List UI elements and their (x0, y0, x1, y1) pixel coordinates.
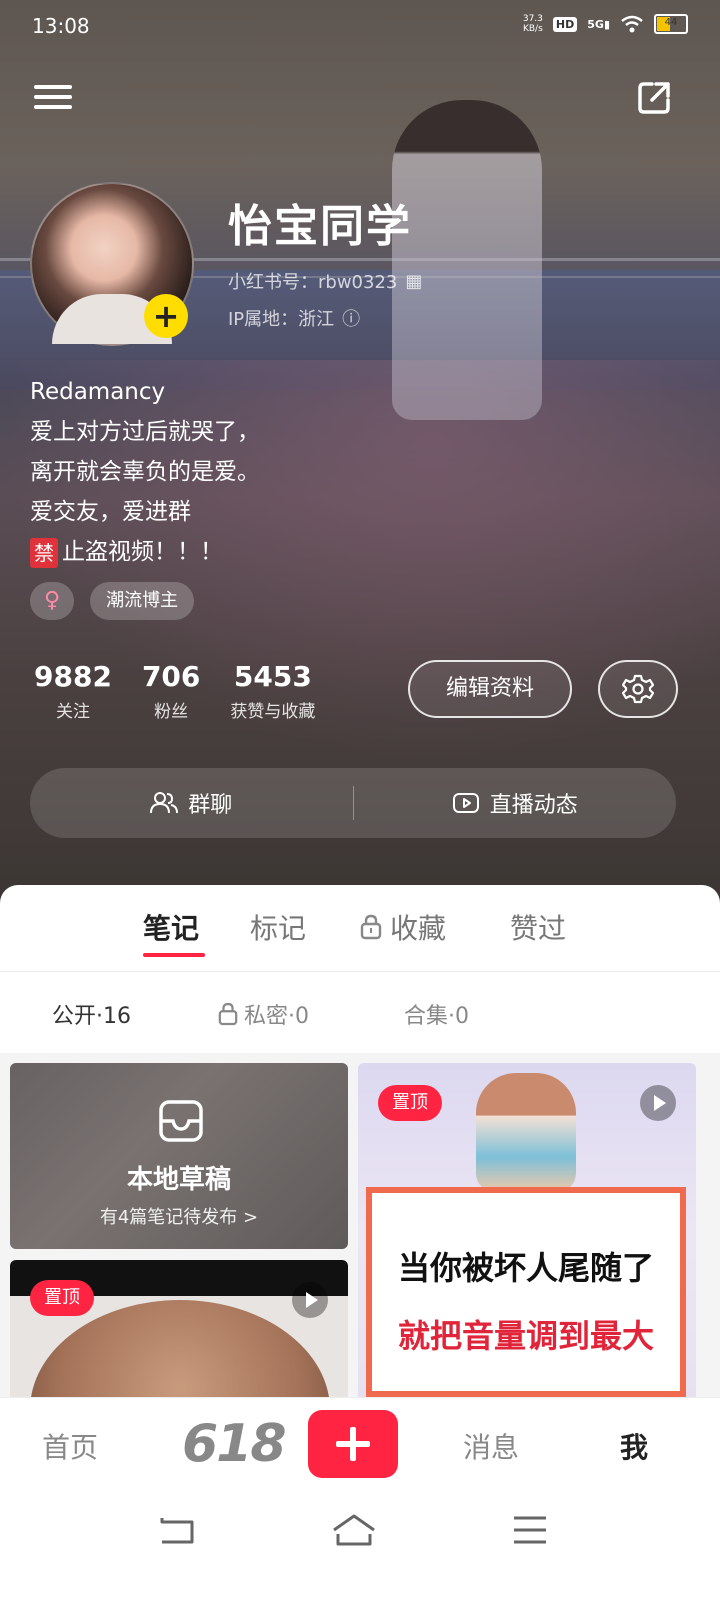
stat-label: 获赞与收藏 (230, 702, 316, 722)
stat-followers[interactable]: 706 粉丝 (142, 660, 200, 722)
live-feed-label: 直播动态 (489, 793, 578, 818)
bio-line: Redamancy (30, 379, 166, 405)
stat-value: 5453 (233, 660, 312, 693)
stat-label: 粉丝 (154, 702, 189, 722)
draft-title: 本地草稿 (126, 1165, 231, 1195)
card-text-line: 就把音量调到最大 (397, 1317, 654, 1355)
wifi-icon (621, 15, 643, 33)
qrcode-icon[interactable]: ▦ (405, 271, 422, 292)
nav-home[interactable]: 首页 (42, 1426, 98, 1466)
tab-liked[interactable]: 赞过 (510, 907, 566, 947)
menu-icon[interactable] (34, 80, 72, 116)
profile-stats: 9882 关注 706 粉丝 5453 获赞与收藏 (34, 660, 315, 722)
inbox-icon (159, 1100, 203, 1142)
cartoon-girl-image (476, 1073, 576, 1193)
pinned-badge: 置顶 (378, 1085, 442, 1121)
recents-icon[interactable] (512, 1512, 548, 1548)
subtab-label: 公开·16 (52, 1004, 131, 1029)
subtab-collections[interactable]: 合集·0 (404, 998, 469, 1030)
gender-tag: ♀ (30, 582, 75, 620)
live-feed-button[interactable]: 直播动态 (354, 787, 677, 819)
note-filter-tabs: 公开·16 私密·0 合集·0 (0, 972, 720, 1052)
note-card[interactable]: 置顶 当你被坏人尾随了 就把音量调到最大 (358, 1063, 696, 1405)
net-speed-unit: KB/s (522, 24, 543, 34)
content-panel: 笔记 标记 收藏 赞过 公开·16 私密·0 合集·0 本地草稿 有4篇笔记待发… (0, 885, 720, 1405)
profile-id-text: 小红书号：rbw0323 (228, 272, 398, 293)
subtab-label: 私密·0 (244, 1004, 309, 1029)
nav-messages[interactable]: 消息 (463, 1426, 519, 1466)
card-text-line: 当你被坏人尾随了 (397, 1249, 654, 1287)
lock-icon (360, 914, 382, 940)
publish-plus-button[interactable] (308, 1410, 398, 1478)
tab-favorites[interactable]: 收藏 (360, 907, 446, 947)
stat-value: 9882 (34, 660, 112, 693)
live-video-icon (452, 793, 479, 813)
nav-me[interactable]: 我 (620, 1426, 648, 1466)
content-tabs: 笔记 标记 收藏 赞过 (0, 885, 720, 972)
nav-618-promo[interactable]: 618 (182, 1414, 287, 1474)
net-speed: 37.3 KB/s (523, 14, 543, 34)
settings-button[interactable] (598, 660, 678, 718)
back-icon[interactable] (156, 1512, 196, 1548)
play-icon (640, 1085, 676, 1121)
role-tag[interactable]: 潮流博主 (90, 582, 195, 620)
lock-icon (218, 1002, 238, 1026)
stat-following[interactable]: 9882 关注 (34, 660, 112, 722)
ban-icon: 禁 (30, 537, 58, 568)
subtab-private[interactable]: 私密·0 (218, 998, 309, 1030)
profile-name: 怡宝同学 (228, 201, 412, 252)
status-bar: 13:08 37.3 KB/s HD 5G▮ 44 (0, 0, 720, 52)
bio-line: 禁止盗视频！！！ (30, 532, 260, 572)
battery-level: 44 (664, 17, 678, 28)
tab-label: 笔记 (143, 912, 200, 945)
share-icon[interactable] (636, 80, 672, 116)
pinned-badge: 置顶 (30, 1280, 94, 1316)
subtab-public[interactable]: 公开·16 (52, 998, 131, 1030)
play-icon (292, 1282, 328, 1318)
network-type: 5G (587, 17, 604, 31)
background-figure (392, 100, 542, 420)
status-icons: 37.3 KB/s HD 5G▮ 44 (523, 14, 688, 34)
profile-bio[interactable]: Redamancy 爱上对方过后就哭了， 离开就会辜负的是爱。 爱交友，爱进群 … (30, 372, 260, 572)
draft-subtitle: 有4篇笔记待发布 > (99, 1207, 259, 1228)
group-chat-button[interactable]: 群聊 (30, 787, 353, 819)
subtab-label: 合集·0 (404, 1004, 469, 1029)
bottom-nav: 首页 618 消息 我 (0, 1397, 720, 1493)
gear-icon (622, 674, 654, 704)
bio-line: 离开就会辜负的是爱。 (30, 459, 260, 485)
info-icon[interactable]: ⓘ (342, 305, 360, 331)
profile-id[interactable]: 小红书号：rbw0323 ▦ (228, 268, 422, 294)
stat-label: 关注 (55, 702, 90, 722)
avatar-add-icon[interactable]: + (144, 294, 188, 338)
profile-tags: ♀ 潮流博主 (30, 582, 195, 620)
local-drafts-card[interactable]: 本地草稿 有4篇笔记待发布 > (10, 1063, 348, 1249)
signal-5g-icon: 5G▮ (587, 17, 610, 31)
stat-likes[interactable]: 5453 获赞与收藏 (230, 660, 315, 722)
note-card[interactable]: 置顶 (10, 1260, 348, 1405)
bio-line: 爱上对方过后就哭了， (30, 419, 260, 445)
text-panel: 当你被坏人尾随了 就把音量调到最大 (366, 1187, 686, 1397)
tab-label: 收藏 (390, 912, 447, 945)
status-time: 13:08 (32, 14, 90, 38)
bio-ban-text: 止盗视频！！！ (62, 539, 223, 565)
edit-profile-button[interactable]: 编辑资料 (408, 660, 572, 718)
net-speed-value: 37.3 (522, 14, 543, 24)
hd-icon: HD (552, 16, 578, 32)
ip-location: IP属地：浙江 ⓘ (228, 305, 360, 331)
bio-line: 爱交友，爱进群 (30, 499, 191, 525)
profile-action-bar: 群聊 直播动态 (30, 768, 676, 838)
tab-notes[interactable]: 笔记 (143, 907, 199, 947)
active-tab-indicator (143, 953, 205, 957)
tab-label: 赞过 (510, 912, 567, 945)
group-chat-label: 群聊 (188, 793, 233, 818)
tab-marks[interactable]: 标记 (250, 907, 306, 947)
ip-location-text: IP属地：浙江 (228, 309, 335, 330)
stat-value: 706 (141, 660, 201, 693)
home-icon[interactable] (330, 1512, 378, 1548)
system-nav-bar (0, 1492, 720, 1600)
battery-icon: 44 (654, 14, 688, 34)
tab-label: 标记 (250, 912, 307, 945)
group-icon (150, 792, 179, 814)
